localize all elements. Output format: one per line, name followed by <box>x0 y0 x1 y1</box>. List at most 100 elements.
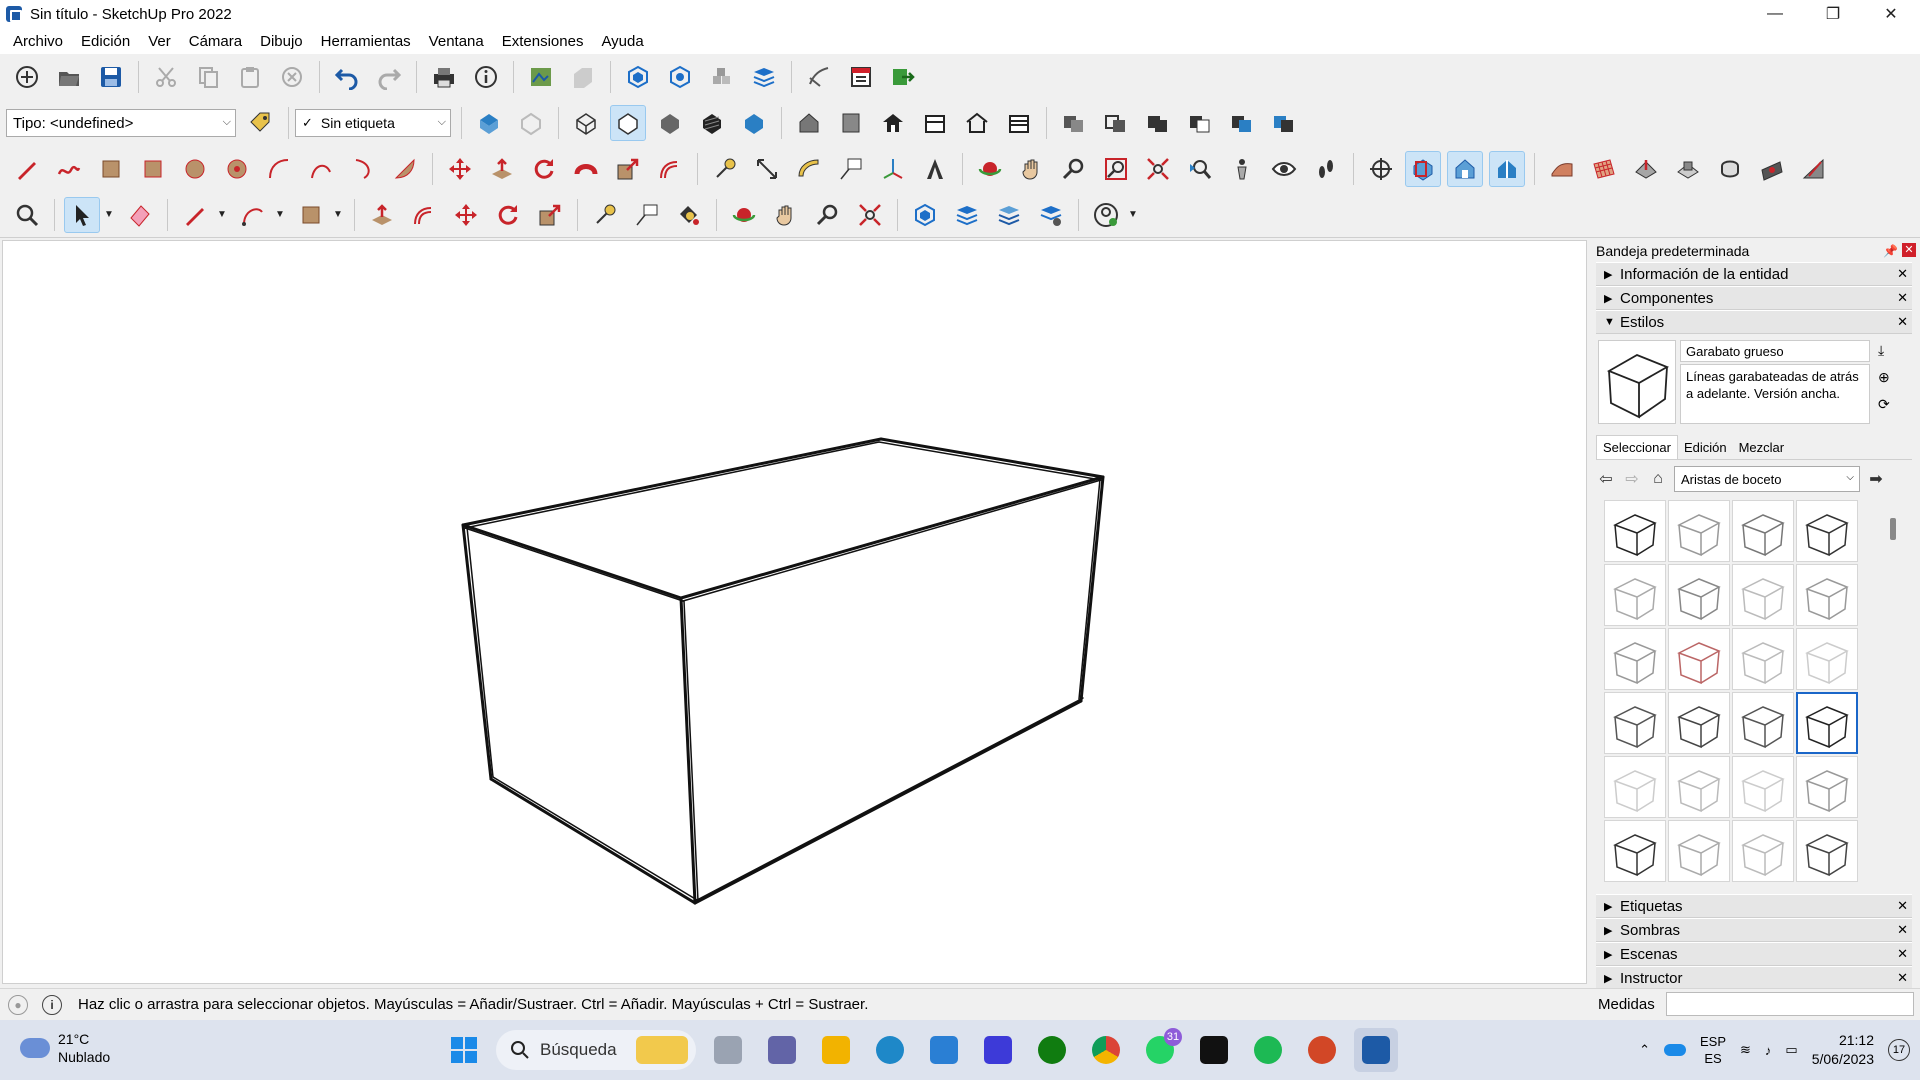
weather-widget[interactable]: 21°C Nublado <box>20 1030 110 1066</box>
hidden-line-button[interactable] <box>610 105 646 141</box>
notifications-badge[interactable]: 17 <box>1888 1039 1910 1061</box>
netflix-button[interactable] <box>1192 1028 1236 1072</box>
sandbox-contours-button[interactable] <box>1544 151 1580 187</box>
section-plane-button[interactable] <box>1363 151 1399 187</box>
rotated-rectangle-button[interactable] <box>135 151 171 187</box>
whatsapp-button[interactable]: 31 <box>1138 1028 1182 1072</box>
push-pull-2-button[interactable] <box>364 197 400 233</box>
pin-icon[interactable]: 📌 <box>1883 244 1898 258</box>
tab-edit[interactable]: Edición <box>1678 436 1733 459</box>
trim-button[interactable] <box>1224 105 1260 141</box>
undo-button[interactable] <box>329 59 365 95</box>
circle-button[interactable] <box>177 151 213 187</box>
clock[interactable]: 21:12 5/06/2023 <box>1812 1031 1874 1069</box>
menu-extensiones[interactable]: Extensiones <box>493 33 593 50</box>
menu-dibujo[interactable]: Dibujo <box>251 33 312 50</box>
start-button[interactable] <box>442 1028 486 1072</box>
search-tool-button[interactable] <box>9 197 45 233</box>
menu-ayuda[interactable]: Ayuda <box>592 33 652 50</box>
orbit-2-button[interactable] <box>726 197 762 233</box>
paint-bucket-button[interactable] <box>671 197 707 233</box>
volume-icon[interactable]: ♪ <box>1765 1043 1772 1058</box>
eraser-tool-button[interactable] <box>122 197 158 233</box>
layers-3-button[interactable] <box>991 197 1027 233</box>
paint-tag-button[interactable] <box>243 105 279 141</box>
cut-button[interactable] <box>148 59 184 95</box>
sandbox-scratch-button[interactable] <box>1586 151 1622 187</box>
account-dropdown[interactable]: ▼ <box>1127 197 1139 233</box>
follow-me-button[interactable] <box>568 151 604 187</box>
back-arrow-icon[interactable]: ⇦ <box>1596 469 1616 489</box>
style-thumbnail-item[interactable] <box>1668 692 1730 754</box>
create-style-icon[interactable]: ⊕ <box>1878 369 1900 386</box>
previous-view-button[interactable] <box>1182 151 1218 187</box>
line-tool-button[interactable] <box>9 151 45 187</box>
measures-input[interactable] <box>1666 992 1914 1016</box>
outer-shell-button[interactable] <box>1056 105 1092 141</box>
update-style-icon[interactable]: ⟳ <box>1878 396 1900 413</box>
layer-settings-button[interactable] <box>1033 197 1069 233</box>
walk-button[interactable] <box>1308 151 1344 187</box>
close-icon[interactable]: ✕ <box>1897 266 1908 282</box>
style-thumbnail-item[interactable] <box>1604 628 1666 690</box>
save-style-icon[interactable]: ⤓ <box>1878 342 1900 359</box>
top-view-button[interactable] <box>833 105 869 141</box>
sketch-box-model[interactable] <box>3 241 1588 985</box>
tab-select[interactable]: Seleccionar <box>1596 435 1678 459</box>
move-button[interactable] <box>442 151 478 187</box>
look-around-button[interactable] <box>1266 151 1302 187</box>
extension-warehouse-button[interactable] <box>704 59 740 95</box>
close-icon[interactable]: ✕ <box>1897 970 1908 986</box>
style-thumbnail-item[interactable] <box>1604 692 1666 754</box>
tape-measure-button[interactable] <box>707 151 743 187</box>
warehouse-2-button[interactable] <box>907 197 943 233</box>
line-dropdown[interactable]: ▼ <box>216 197 228 233</box>
orbit-button[interactable] <box>972 151 1008 187</box>
xbox-button[interactable] <box>1030 1028 1074 1072</box>
select-tool-button[interactable] <box>64 196 100 233</box>
forward-arrow-icon[interactable]: ⇨ <box>1622 469 1642 489</box>
geolocation-status-icon[interactable]: ● <box>8 994 28 1015</box>
display-section-fill-button[interactable] <box>1489 151 1525 187</box>
edge-button[interactable] <box>868 1028 912 1072</box>
back-view-button[interactable] <box>959 105 995 141</box>
zoom-button[interactable] <box>1056 151 1092 187</box>
menu-camara[interactable]: Cámara <box>180 33 251 50</box>
panel-entity-info[interactable]: ▶ Información de la entidad ✕ <box>1596 262 1912 286</box>
powerpoint-button[interactable] <box>1300 1028 1344 1072</box>
panel-components[interactable]: ▶ Componentes ✕ <box>1596 286 1912 310</box>
export-button[interactable] <box>885 59 921 95</box>
display-section-planes-button[interactable] <box>1405 151 1441 187</box>
component-options-button[interactable] <box>662 59 698 95</box>
shape-tool-button[interactable] <box>293 197 329 233</box>
intersect-button[interactable] <box>1098 105 1134 141</box>
style-thumbnail-item[interactable] <box>1796 692 1858 754</box>
close-icon[interactable]: ✕ <box>1897 898 1908 914</box>
style-thumbnail-item[interactable] <box>1604 564 1666 626</box>
wifi-icon[interactable]: ≋ <box>1740 1042 1751 1058</box>
arc-button[interactable] <box>261 151 297 187</box>
add-detail-button[interactable] <box>1754 151 1790 187</box>
close-icon[interactable]: ✕ <box>1897 946 1908 962</box>
layers-2-button[interactable] <box>949 197 985 233</box>
zoom-2-button[interactable] <box>810 197 846 233</box>
line-tool-2-button[interactable] <box>177 197 213 233</box>
close-icon[interactable]: ✕ <box>1897 314 1908 330</box>
modeling-viewport[interactable] <box>2 240 1587 984</box>
warehouse-button[interactable] <box>565 59 601 95</box>
scale-2-button[interactable] <box>532 197 568 233</box>
style-thumbnail-item[interactable] <box>1796 820 1858 882</box>
shaded-textures-button[interactable] <box>694 105 730 141</box>
zoom-extents-button[interactable] <box>1140 151 1176 187</box>
spotify-button[interactable] <box>1246 1028 1290 1072</box>
xray-button[interactable] <box>471 105 507 141</box>
axes-button[interactable] <box>875 151 911 187</box>
wireframe-button[interactable] <box>568 105 604 141</box>
style-thumbnail-item[interactable] <box>1796 564 1858 626</box>
polygon-button[interactable] <box>219 151 255 187</box>
shaded-button[interactable] <box>652 105 688 141</box>
rotate-button[interactable] <box>526 151 562 187</box>
split-button[interactable] <box>1266 105 1302 141</box>
style-name-field[interactable]: Garabato grueso <box>1680 340 1870 362</box>
presentation-button[interactable] <box>843 59 879 95</box>
